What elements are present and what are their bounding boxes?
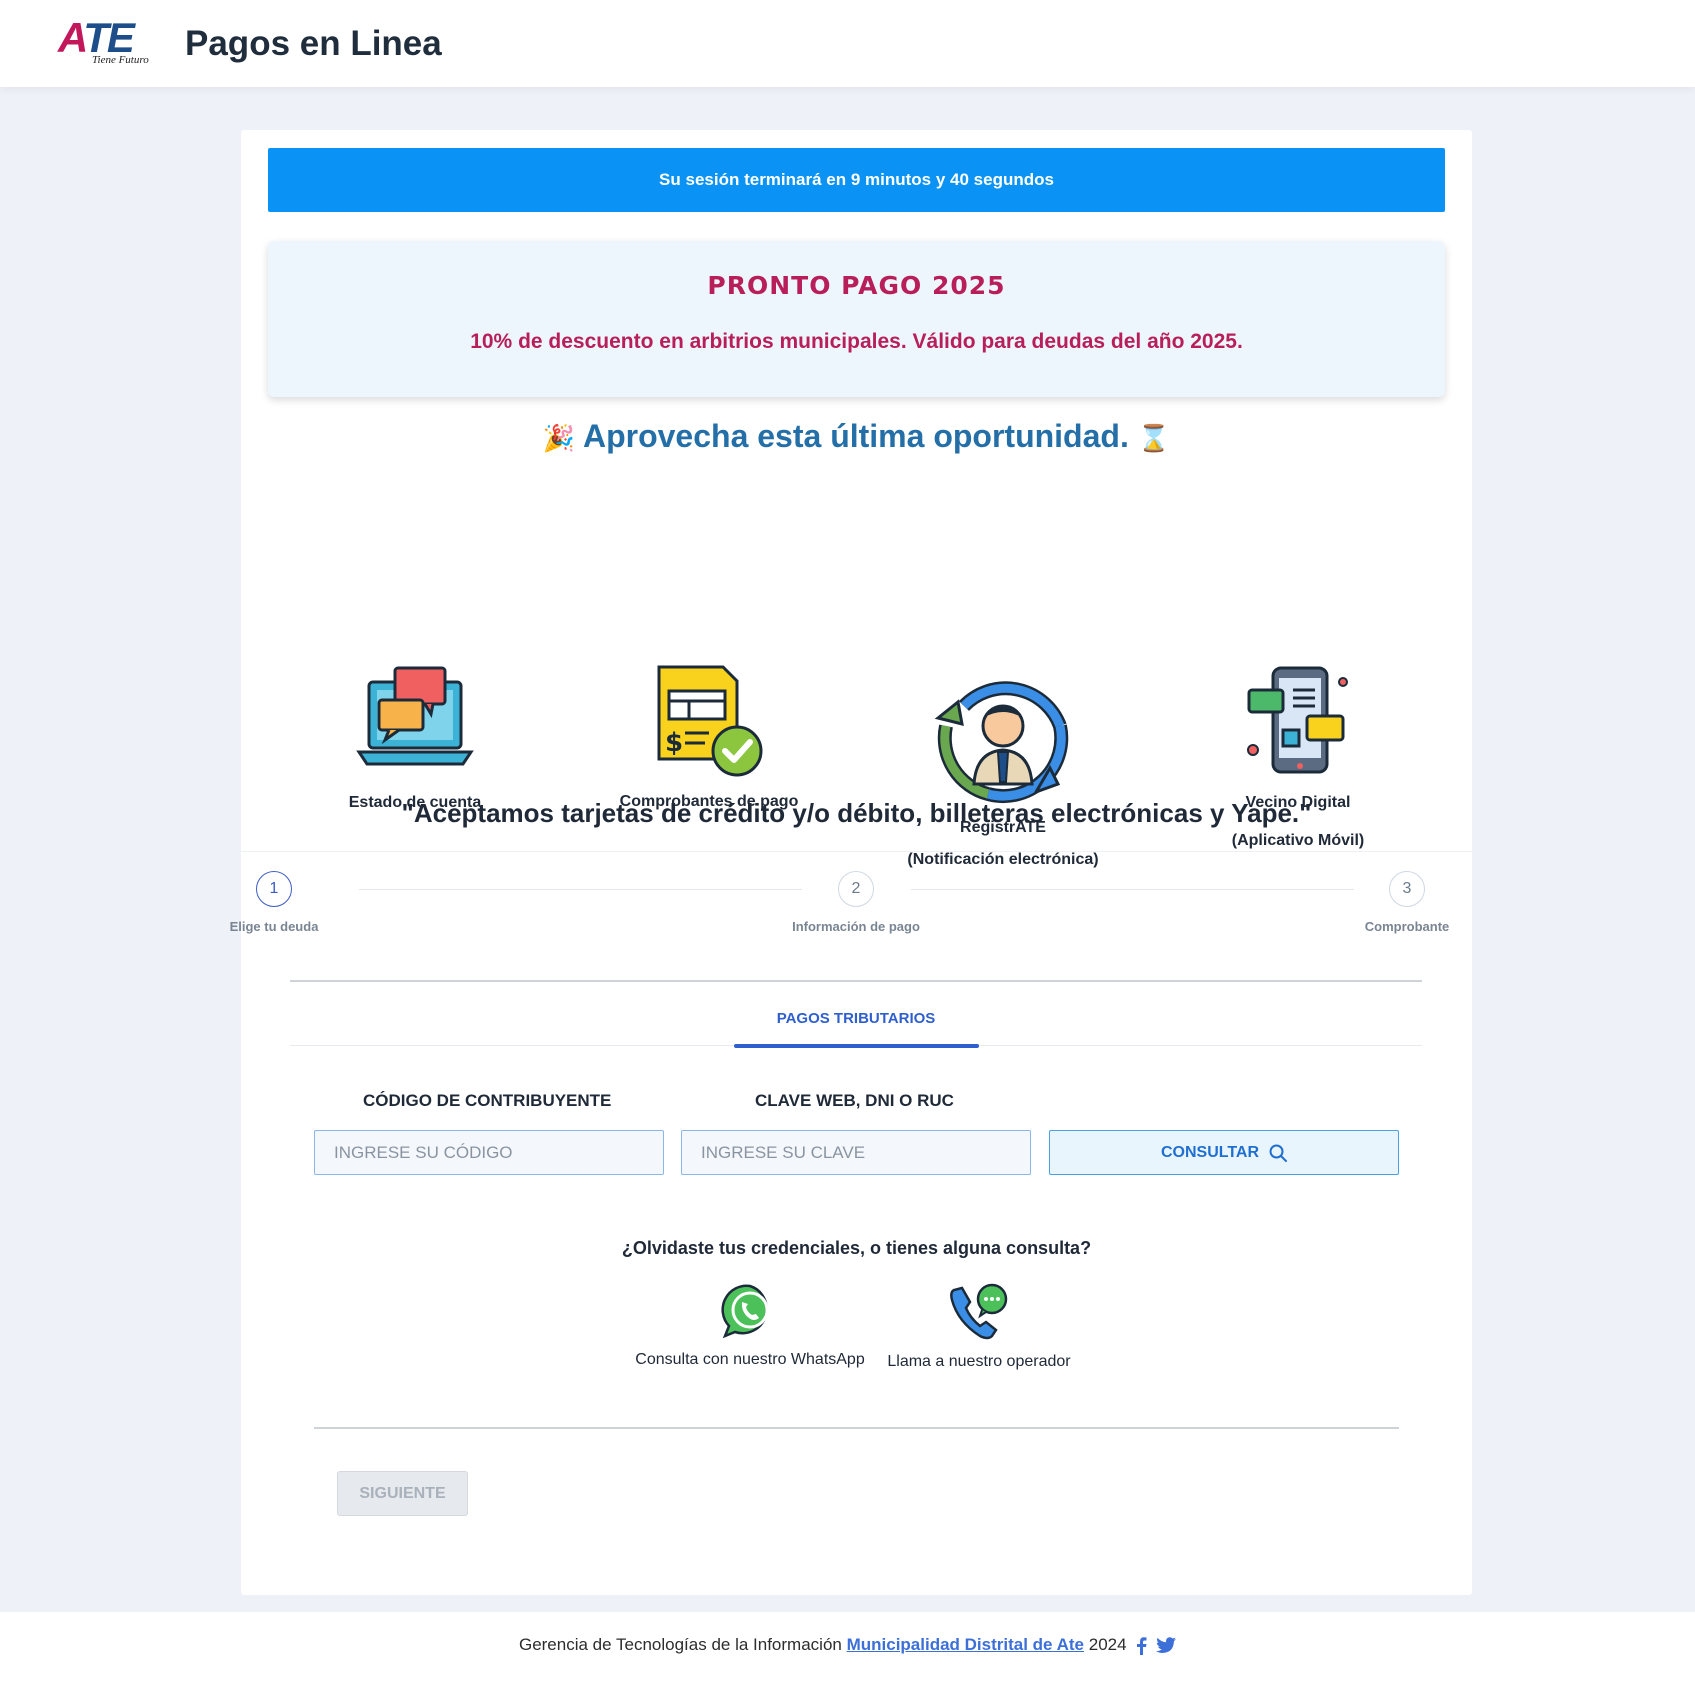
ate-logo[interactable]: ATE Tiene Futuro xyxy=(58,17,153,68)
footer-year: 2024 xyxy=(1088,1635,1127,1654)
step-label: Comprobante xyxy=(1364,919,1450,934)
consult-button-label: CONSULTAR xyxy=(1160,1143,1260,1161)
logo-letter-a: A xyxy=(58,14,85,61)
consult-button[interactable]: CONSULTAR xyxy=(1049,1130,1399,1175)
svg-text:$: $ xyxy=(665,728,683,758)
service-sublabel: (Notificación electrónica) xyxy=(907,851,1099,868)
bottom-divider xyxy=(314,1427,1399,1429)
tab-active-indicator xyxy=(734,1044,979,1048)
party-popper-icon: 🎉 xyxy=(542,423,576,453)
service-registrate[interactable]: RegistrATE (Notificación electrónica) xyxy=(883,666,1123,869)
phone-contact[interactable]: Llama a nuestro operador xyxy=(879,1282,1079,1371)
web-key-input[interactable] xyxy=(681,1130,1031,1175)
taxpayer-code-input[interactable] xyxy=(314,1130,664,1175)
step-connector xyxy=(911,889,1354,890)
whatsapp-icon xyxy=(721,1284,769,1339)
whatsapp-label: Consulta con nuestro WhatsApp xyxy=(635,1351,865,1368)
step-3: 3 Comprobante xyxy=(1337,871,1477,934)
section-divider xyxy=(241,851,1472,852)
page-title: Pagos en Linea xyxy=(185,24,442,63)
step-number: 2 xyxy=(838,871,874,907)
twitter-icon[interactable] xyxy=(1156,1637,1177,1654)
top-header: ATE Tiene Futuro Pagos en Linea xyxy=(0,0,1695,87)
form-divider xyxy=(290,980,1422,982)
help-question: ¿Olvidaste tus credenciales, o tienes al… xyxy=(621,1238,1092,1258)
code-label: CÓDIGO DE CONTRIBUYENTE xyxy=(363,1091,612,1110)
user-cycle-icon xyxy=(934,681,1069,803)
step-number: 1 xyxy=(256,871,292,907)
promo-banner: PRONTO PAGO 2025 10% de descuento en arb… xyxy=(268,241,1445,397)
invoice-check-icon: $ xyxy=(657,665,763,777)
footer: Gerencia de Tecnologías de la Informació… xyxy=(0,1612,1695,1681)
step-label: Elige tu deuda xyxy=(229,919,319,934)
step-connector xyxy=(359,889,802,890)
search-icon xyxy=(1269,1144,1288,1162)
logo-tagline: Tiene Futuro xyxy=(92,54,149,66)
key-label: CLAVE WEB, DNI O RUC xyxy=(755,1091,954,1110)
municipality-link[interactable]: Municipalidad Distrital de Ate xyxy=(847,1635,1084,1654)
promo-title: PRONTO PAGO 2025 xyxy=(707,271,1006,300)
logo-wordmark: ATE xyxy=(58,17,153,59)
step-2: 2 Información de pago xyxy=(786,871,926,934)
step-1: 1 Elige tu deuda xyxy=(204,871,344,934)
promo-text: 10% de descuento en arbitrios municipale… xyxy=(470,330,1243,353)
phone-operator-icon xyxy=(950,1283,1008,1340)
whatsapp-contact[interactable]: Consulta con nuestro WhatsApp xyxy=(630,1282,870,1369)
footer-text: Gerencia de Tecnologías de la Informació… xyxy=(518,1635,842,1654)
facebook-icon[interactable] xyxy=(1135,1636,1147,1655)
accepted-payments-text: "Aceptamos tarjetas de crédito y/o débit… xyxy=(401,798,1312,828)
mobile-app-icon xyxy=(1247,666,1348,774)
service-estado-cuenta[interactable]: Estado de cuenta xyxy=(295,664,535,812)
services-row: Estado de cuenta $ Comprobantes de pago xyxy=(241,530,1472,868)
next-button[interactable]: SIGUIENTE xyxy=(337,1471,468,1516)
service-sublabel: (Aplicativo Móvil) xyxy=(1231,832,1365,849)
hourglass-icon: ⌛ xyxy=(1137,423,1171,453)
service-comprobantes[interactable]: $ Comprobantes de pago xyxy=(589,663,829,811)
session-timer-banner: Su sesión terminará en 9 minutos y 40 se… xyxy=(268,148,1445,212)
cta-heading: 🎉 Aprovecha esta última oportunidad. ⌛ xyxy=(241,418,1472,455)
cta-text: Aprovecha esta última oportunidad. xyxy=(582,418,1129,454)
main-card: Su sesión terminará en 9 minutos y 40 se… xyxy=(230,130,1472,1595)
phone-label: Llama a nuestro operador xyxy=(887,1353,1071,1370)
laptop-chat-icon xyxy=(356,666,474,766)
step-number: 3 xyxy=(1389,871,1425,907)
tab-pagos-tributarios[interactable]: PAGOS TRIBUTARIOS xyxy=(734,1000,978,1045)
step-label: Información de pago xyxy=(792,919,920,934)
